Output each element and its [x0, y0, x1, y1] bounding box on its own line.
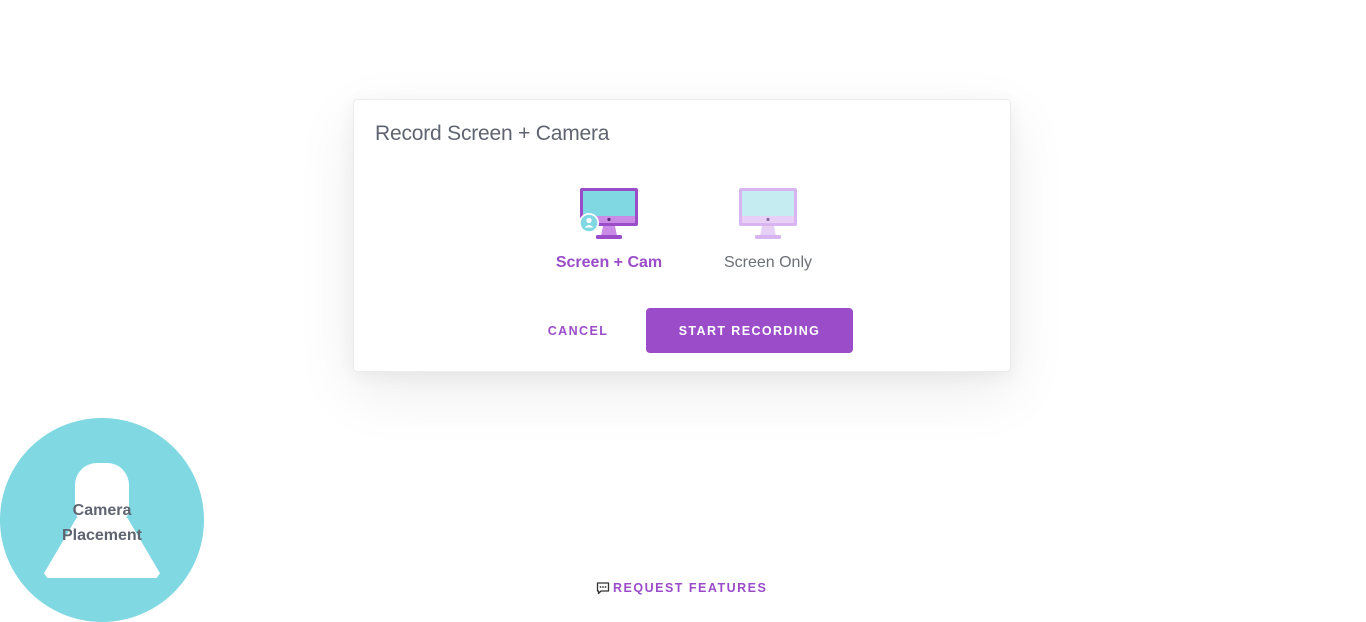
- cancel-button[interactable]: CANCEL: [537, 308, 619, 353]
- option-label-screen-only: Screen Only: [723, 254, 813, 271]
- monitor-with-user-icon: [578, 186, 640, 242]
- camera-placement-line1: Camera: [72, 502, 132, 519]
- camera-placement-line2: Placement: [61, 527, 143, 544]
- request-features-link[interactable]: REQUEST FEATURES: [596, 580, 767, 596]
- option-label-screen-cam: Screen + Cam: [555, 254, 663, 271]
- chat-icon: [596, 581, 610, 595]
- camera-placement-label: Camera Placement: [0, 498, 204, 548]
- option-screen-cam[interactable]: Screen + Cam: [544, 186, 674, 272]
- page: Record Screen + Camera Screen + Cam Scre…: [0, 0, 1366, 622]
- request-features-label: REQUEST FEATURES: [613, 581, 768, 595]
- record-dialog: Record Screen + Camera Screen + Cam Scre…: [353, 99, 1011, 372]
- camera-placement-preview[interactable]: Camera Placement: [0, 418, 204, 622]
- dialog-title: Record Screen + Camera: [375, 122, 610, 145]
- option-screen-only[interactable]: Screen Only: [703, 186, 833, 272]
- start-recording-button[interactable]: START RECORDING: [646, 308, 853, 353]
- monitor-icon: [737, 186, 799, 242]
